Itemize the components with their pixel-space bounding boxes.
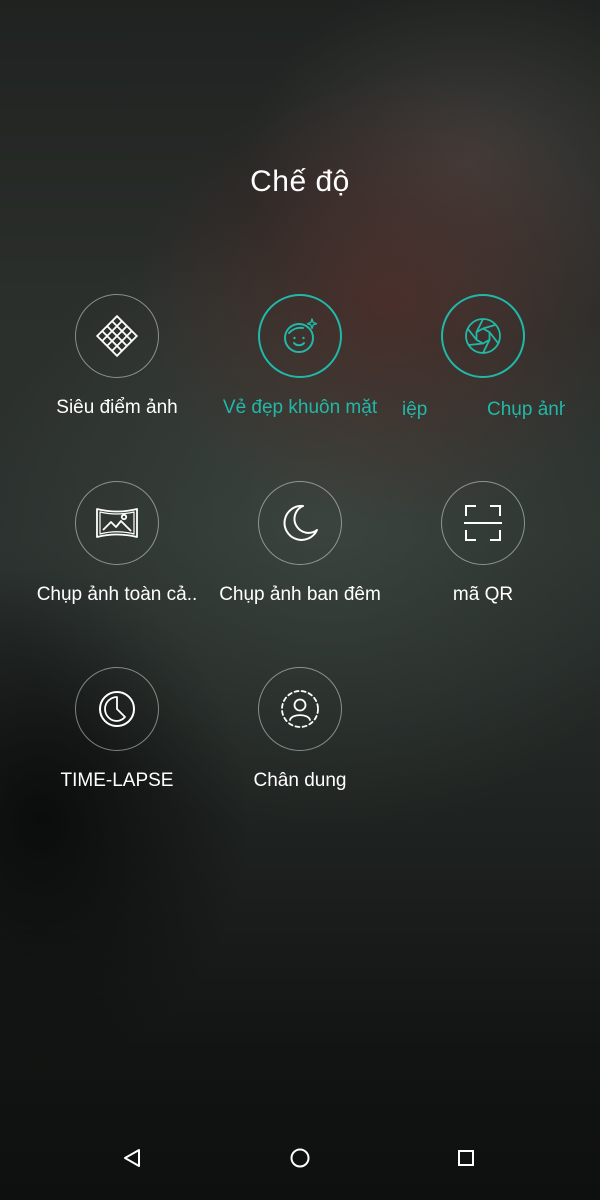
page-title: Chế độ (250, 165, 350, 198)
mode-button[interactable] (75, 294, 159, 378)
mode-photo[interactable] (383, 294, 583, 378)
mode-label: Chụp ảnh (487, 399, 565, 420)
recents-button[interactable] (446, 1140, 486, 1180)
mode-portrait[interactable]: Chân dung (200, 667, 400, 793)
mode-button[interactable] (258, 294, 342, 378)
overlap-label-area: iệp Chụp ảnh (380, 398, 565, 424)
mode-label: Chụp ảnh toàn cả.. (36, 584, 198, 605)
mode-button[interactable] (441, 294, 525, 378)
mode-button[interactable] (258, 481, 342, 565)
mode-label: Siêu điểm ảnh (56, 397, 178, 418)
mode-button[interactable] (75, 481, 159, 565)
mode-qr[interactable]: mã QR (383, 481, 583, 607)
qr-scan-icon (460, 500, 506, 546)
panorama-icon (93, 500, 141, 546)
mode-button[interactable] (258, 667, 342, 751)
mode-timelapse[interactable]: TIME-LAPSE (17, 667, 217, 793)
recents-icon (455, 1147, 477, 1174)
mode-label: TIME-LAPSE (60, 770, 174, 791)
mode-night[interactable]: Chụp ảnh ban đêm (200, 481, 400, 607)
mode-button[interactable] (441, 481, 525, 565)
mode-button[interactable] (75, 667, 159, 751)
mode-label: Chân dung (253, 770, 347, 791)
home-button[interactable] (280, 1140, 320, 1180)
timelapse-icon (94, 686, 140, 732)
mode-label: Chụp ảnh ban đêm (219, 584, 381, 605)
navigation-bar (0, 1120, 600, 1200)
mode-panorama[interactable]: Chụp ảnh toàn cả.. (17, 481, 217, 607)
face-beauty-icon (277, 313, 323, 359)
portrait-icon (277, 686, 323, 732)
mode-label: mã QR (452, 584, 514, 605)
moon-icon (277, 500, 323, 546)
mode-face-beauty[interactable]: Vẻ đẹp khuôn mặt (200, 294, 400, 420)
back-button[interactable] (112, 1140, 152, 1180)
home-icon (289, 1147, 311, 1174)
partial-label: iệp (402, 399, 428, 420)
mode-super-resolution[interactable]: Siêu điểm ảnh (17, 294, 217, 420)
aperture-icon (460, 313, 506, 359)
back-icon (121, 1147, 143, 1174)
mode-label: Vẻ đẹp khuôn mặt (222, 397, 378, 418)
grid-diamond-icon (94, 313, 140, 359)
